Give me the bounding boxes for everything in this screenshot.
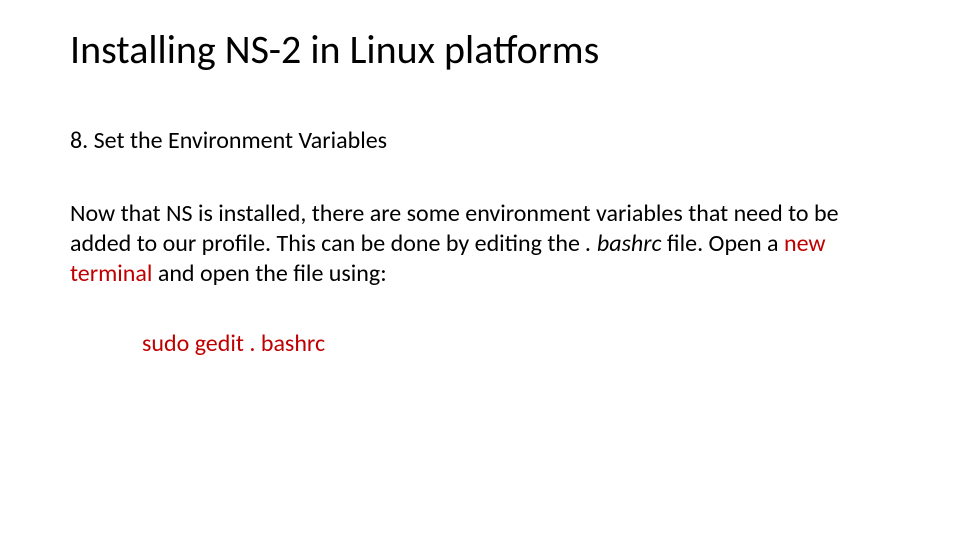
command-file: . bashrc xyxy=(249,329,325,358)
command-line: sudo gedit . bashrc xyxy=(142,329,890,358)
bashrc-filename: . bashrc xyxy=(585,229,661,258)
command-sudo: sudo xyxy=(142,329,189,358)
body-part2: file. Open a xyxy=(667,229,779,258)
slide: Installing NS-2 in Linux platforms 8. Se… xyxy=(0,0,960,540)
slide-title: Installing NS-2 in Linux platforms xyxy=(70,28,890,72)
step-heading: 8. Set the Environment Variables xyxy=(70,126,890,155)
body-part3: and open the file using: xyxy=(158,259,387,288)
command-tool: gedit xyxy=(195,329,244,358)
body-text: Now that NS is installed, there are some… xyxy=(70,199,890,289)
